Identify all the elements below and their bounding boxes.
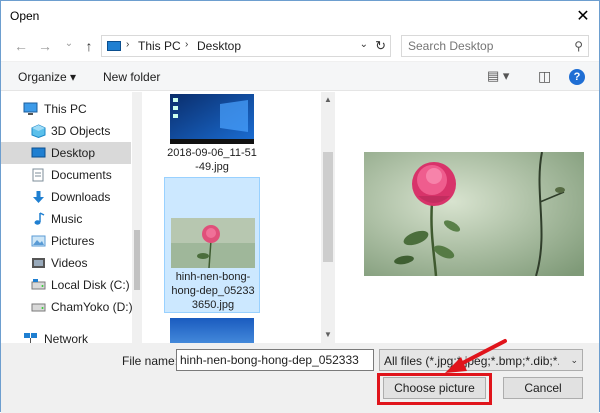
- breadcrumb-separator-icon: ›: [126, 39, 130, 50]
- pictures-icon: [31, 235, 46, 247]
- document-icon: [32, 168, 44, 182]
- computer-icon: [107, 41, 121, 51]
- dialog-title: Open: [10, 9, 40, 23]
- navigation-pane: This PC 3D Objects Desktop Documents Dow…: [1, 92, 142, 343]
- sidebar-item-label: Documents: [51, 168, 112, 182]
- file-name-line: hong-dep_05233: [171, 285, 255, 297]
- new-folder-button[interactable]: New folder: [103, 70, 160, 84]
- file-name: hinh-nen-bong- hong-dep_05233 3650.jpg: [165, 270, 261, 312]
- help-icon[interactable]: ?: [569, 69, 585, 85]
- file-item-selected[interactable]: hinh-nen-bong- hong-dep_05233 3650.jpg: [164, 177, 260, 313]
- cancel-button[interactable]: Cancel: [503, 377, 583, 399]
- sidebar-scrollbar[interactable]: [132, 92, 142, 343]
- file-name-line: 3650.jpg: [191, 299, 235, 311]
- open-dialog: Open ✕ ← → ⌄ ↑ › This PC › Desktop ⌄ ↻ ⚲…: [0, 0, 600, 413]
- file-item[interactable]: [164, 316, 260, 343]
- highlight-box: [377, 373, 492, 405]
- navigation-bar: ← → ⌄ ↑ › This PC › Desktop ⌄ ↻ ⚲: [1, 32, 599, 60]
- search-icon: ⚲: [574, 39, 583, 53]
- sidebar-item-label: Local Disk (C:): [51, 278, 130, 292]
- back-arrow-icon[interactable]: ←: [11, 36, 31, 56]
- sidebar-item-label: Downloads: [51, 190, 111, 204]
- scroll-up-icon[interactable]: ▲: [324, 95, 332, 104]
- sidebar-item-label: Videos: [51, 256, 88, 270]
- download-icon: [33, 191, 44, 203]
- sidebar-item-label: ChamYoko (D:): [51, 300, 133, 314]
- refresh-icon[interactable]: ↻: [375, 38, 386, 54]
- sidebar-item-3d-objects[interactable]: 3D Objects: [1, 120, 131, 142]
- scroll-down-icon[interactable]: ▼: [324, 330, 332, 339]
- sidebar-item-label: Network: [44, 332, 89, 343]
- video-icon: [32, 258, 45, 268]
- sidebar-item-network[interactable]: Network: [1, 328, 131, 343]
- sidebar-item-videos[interactable]: Videos: [1, 252, 131, 274]
- sidebar-item-this-pc[interactable]: This PC: [1, 98, 131, 120]
- up-arrow-icon[interactable]: ↑: [79, 36, 99, 56]
- sidebar-item-downloads[interactable]: Downloads: [1, 186, 131, 208]
- file-thumbnail: [171, 218, 255, 268]
- preview-pane-icon[interactable]: ◫: [538, 68, 551, 85]
- title-bar: Open ✕: [1, 1, 599, 31]
- sidebar-item-chamyoko-d[interactable]: ChamYoko (D:): [1, 296, 133, 318]
- preview-pane: [336, 92, 599, 343]
- file-name-label: File name:: [122, 354, 179, 368]
- file-name-line: hinh-nen-bong-: [175, 271, 251, 283]
- cube-icon: [31, 124, 46, 138]
- address-bar[interactable]: › This PC › Desktop ⌄ ↻: [101, 35, 391, 57]
- preview-image: [364, 152, 584, 276]
- sidebar-item-label: This PC: [44, 102, 87, 116]
- breadcrumb-desktop[interactable]: Desktop: [197, 39, 241, 53]
- search-box[interactable]: ⚲: [401, 35, 589, 57]
- sidebar-item-music[interactable]: Music: [1, 208, 131, 230]
- breadcrumb-this-pc[interactable]: This PC: [138, 39, 181, 53]
- chevron-down-icon: ⌄: [570, 355, 578, 365]
- breadcrumb-separator-icon: ›: [185, 39, 189, 50]
- file-name: 2018-09-06_11-51 -49.jpg: [164, 146, 260, 174]
- sidebar-item-label: Pictures: [51, 234, 95, 248]
- close-icon: ✕: [576, 8, 590, 25]
- computer-icon: [23, 102, 38, 115]
- sidebar-scroll-thumb[interactable]: [134, 230, 140, 290]
- close-button[interactable]: ✕: [567, 1, 599, 31]
- view-options-icon[interactable]: ▤ ▾: [487, 68, 509, 84]
- file-thumbnail: [170, 318, 254, 343]
- highlight-arrow: [445, 339, 507, 373]
- desktop-icon: [31, 147, 46, 158]
- recent-locations-icon[interactable]: ⌄: [59, 33, 79, 53]
- music-icon: [34, 212, 45, 225]
- sidebar-item-label: Music: [51, 212, 83, 226]
- sidebar-item-documents[interactable]: Documents: [1, 164, 131, 186]
- file-name-field[interactable]: [176, 349, 374, 371]
- file-list-scrollbar[interactable]: ▲ ▼: [321, 92, 335, 343]
- command-toolbar: Organize ▾ New folder ▤ ▾ ◫ ?: [1, 61, 599, 91]
- forward-arrow-icon[interactable]: →: [35, 36, 55, 56]
- sidebar-item-label: 3D Objects: [51, 124, 111, 138]
- file-list: 2018-09-06_11-51 -49.jpg hinh-nen-bong- …: [144, 92, 319, 343]
- drive-icon: [31, 303, 46, 312]
- file-item[interactable]: 2018-09-06_11-51 -49.jpg: [164, 92, 260, 178]
- file-thumbnail: [170, 94, 254, 144]
- sidebar-item-pictures[interactable]: Pictures: [1, 230, 131, 252]
- address-dropdown-icon[interactable]: ⌄: [360, 39, 368, 50]
- network-icon: [24, 333, 37, 343]
- sidebar-item-local-disk-c[interactable]: Local Disk (C:): [1, 274, 131, 296]
- file-name-line: 2018-09-06_11-51: [167, 147, 257, 159]
- drive-icon: [31, 279, 46, 290]
- organize-button[interactable]: Organize ▾: [18, 70, 76, 84]
- sidebar-item-label: Desktop: [51, 146, 96, 160]
- file-name-line: -49.jpg: [195, 161, 229, 173]
- file-list-scroll-thumb[interactable]: [323, 152, 333, 262]
- sidebar-item-desktop[interactable]: Desktop: [1, 142, 131, 164]
- search-input[interactable]: [408, 39, 558, 53]
